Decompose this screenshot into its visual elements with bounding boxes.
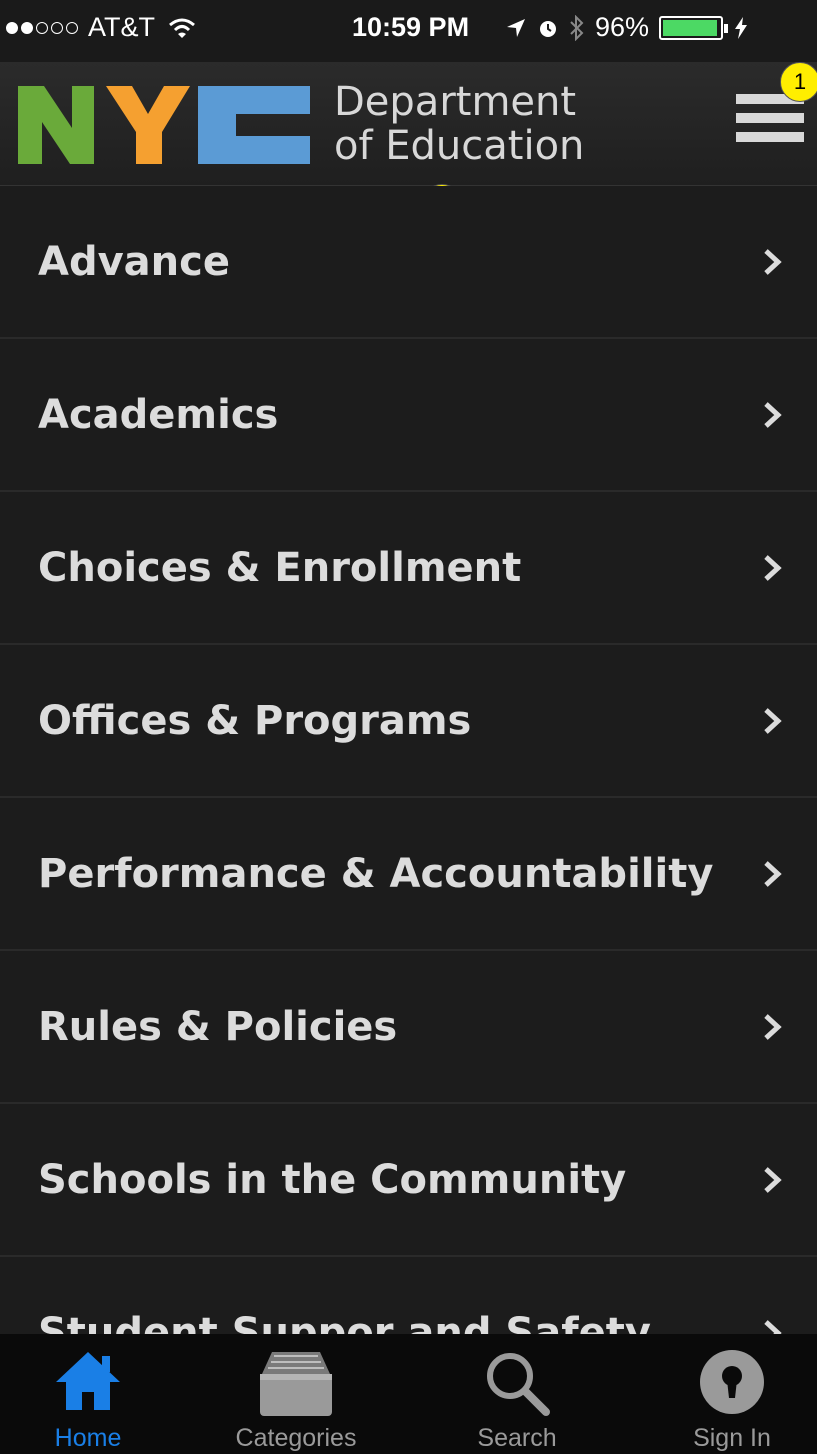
list-item-rules-policies[interactable]: Rules & Policies bbox=[0, 951, 817, 1104]
list-item-label: Rules & Policies bbox=[38, 1003, 398, 1050]
category-list: Advance Academics Choices & Enrollment O… bbox=[0, 186, 817, 1410]
list-item-choices-enrollment[interactable]: Choices & Enrollment bbox=[0, 492, 817, 645]
list-item-label: Choices & Enrollment bbox=[38, 544, 522, 591]
chevron-right-icon bbox=[764, 707, 782, 734]
battery-percent: 96% bbox=[595, 12, 650, 42]
department-title-line1: Department bbox=[334, 79, 577, 125]
nyc-logo bbox=[18, 86, 310, 164]
tab-label: Sign In bbox=[693, 1424, 771, 1452]
app-header: Department of Education bbox=[0, 62, 817, 186]
search-icon bbox=[487, 1353, 550, 1416]
charging-bolt-icon bbox=[735, 16, 748, 39]
signal-strength-icon bbox=[6, 21, 78, 34]
list-item-label: Offices & Programs bbox=[38, 697, 472, 744]
chevron-right-icon bbox=[764, 401, 782, 428]
carrier-label: AT&T bbox=[88, 12, 155, 42]
tab-bar: Home Categories Search Sign In bbox=[0, 1334, 817, 1454]
keyhole-icon bbox=[700, 1350, 764, 1414]
chevron-right-icon bbox=[764, 1166, 782, 1193]
clock: 10:59 PM bbox=[352, 12, 470, 42]
list-item-academics[interactable]: Academics bbox=[0, 339, 817, 492]
chevron-right-icon bbox=[764, 1013, 782, 1040]
list-item-label: Advance bbox=[38, 238, 230, 285]
list-item-label: Performance & Accountability bbox=[38, 850, 714, 897]
status-left: AT&T bbox=[6, 12, 197, 43]
archive-icon bbox=[260, 1352, 332, 1416]
tab-search[interactable]: Search bbox=[437, 1334, 597, 1454]
tab-categories[interactable]: Categories bbox=[216, 1334, 376, 1454]
annotation-badge-1: 1 bbox=[780, 62, 817, 102]
hamburger-menu-button[interactable] bbox=[736, 94, 806, 152]
tab-label: Search bbox=[477, 1424, 557, 1452]
list-item-advance[interactable]: Advance bbox=[0, 186, 817, 339]
bluetooth-icon bbox=[570, 14, 584, 41]
department-title-line2: of Education bbox=[334, 123, 585, 169]
location-arrow-icon bbox=[507, 18, 525, 37]
tab-label: Categories bbox=[235, 1424, 357, 1452]
list-item-label: Schools in the Community bbox=[38, 1156, 627, 1203]
screen: AT&T 10:59 PM 96% Department of Educatio… bbox=[0, 0, 817, 1454]
battery-icon bbox=[659, 15, 729, 40]
tab-home[interactable]: Home bbox=[8, 1334, 168, 1454]
tab-label: Home bbox=[54, 1424, 122, 1452]
department-title: Department of Education bbox=[334, 80, 584, 168]
home-icon bbox=[56, 1352, 120, 1410]
tab-sign-in[interactable]: Sign In bbox=[652, 1334, 812, 1454]
chevron-right-icon bbox=[764, 554, 782, 581]
chevron-right-icon bbox=[764, 860, 782, 887]
chevron-right-icon bbox=[764, 248, 782, 275]
list-item-performance-accountability[interactable]: Performance & Accountability bbox=[0, 798, 817, 951]
status-right: 96% bbox=[505, 12, 748, 43]
status-bar: AT&T 10:59 PM 96% bbox=[0, 0, 817, 62]
list-item-schools-community[interactable]: Schools in the Community bbox=[0, 1104, 817, 1257]
list-item-offices-programs[interactable]: Offices & Programs bbox=[0, 645, 817, 798]
alarm-icon bbox=[540, 20, 556, 37]
wifi-icon bbox=[169, 18, 195, 38]
list-item-label: Academics bbox=[38, 391, 279, 438]
